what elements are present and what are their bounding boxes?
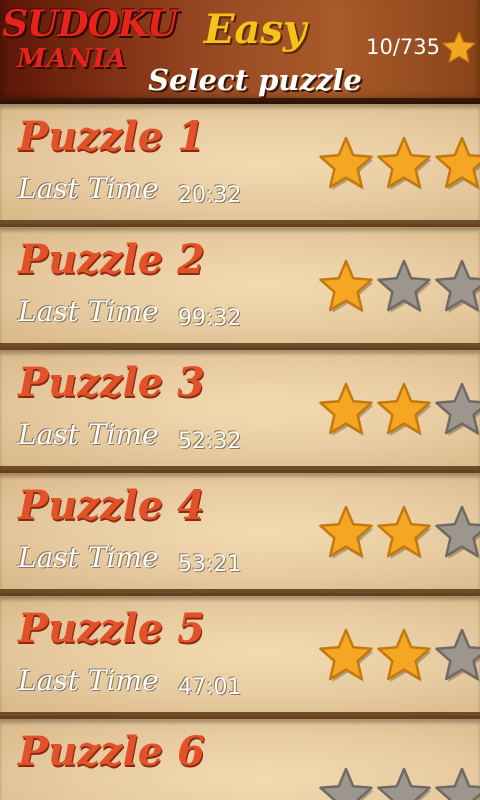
star-empty-icon (432, 503, 480, 563)
last-time-label: Last Time (18, 541, 159, 574)
star-rating (316, 380, 480, 440)
star-filled-icon (316, 503, 376, 563)
last-time-value: 99:32 (178, 306, 242, 331)
star-empty-icon (432, 257, 480, 317)
last-time-value: 47:01 (178, 675, 242, 700)
app-logo: SUDOKU MANIA (2, 3, 178, 94)
last-time-label: Last Time (18, 664, 159, 697)
difficulty-label: Easy (203, 6, 307, 53)
star-icon (440, 30, 478, 66)
puzzle-row[interactable]: Puzzle 1 Last Time 20:32 (0, 104, 480, 224)
last-time-label: Last Time (18, 172, 159, 205)
logo-bottom-text: MANIA (16, 44, 128, 74)
puzzle-title: Puzzle 3 (18, 359, 205, 406)
last-time-value: 20:32 (178, 183, 242, 208)
page-title: Select puzzle (148, 63, 362, 97)
star-empty-icon (432, 765, 480, 800)
star-filled-icon (432, 134, 480, 194)
stars-counter: 10/735 (366, 35, 440, 59)
star-filled-icon (316, 134, 376, 194)
puzzle-title: Puzzle 5 (18, 605, 205, 652)
star-empty-icon (374, 765, 434, 800)
sudoku-app: SUDOKU MANIA Easy Select puzzle 10/735 P… (0, 0, 480, 800)
last-time-label: Last Time (18, 295, 159, 328)
puzzle-list[interactable]: Puzzle 1 Last Time 20:32 Puzzle 2 Last Time 9… (0, 104, 480, 800)
last-time-label: Last Time (18, 418, 159, 451)
puzzle-row[interactable]: Puzzle 2 Last Time 99:32 (0, 227, 480, 347)
puzzle-row[interactable]: Puzzle 3 Last Time 52:32 (0, 350, 480, 470)
star-rating (316, 626, 480, 686)
star-rating (316, 503, 480, 563)
puzzle-row[interactable]: Puzzle 6 (0, 719, 480, 800)
puzzle-title: Puzzle 4 (18, 482, 205, 529)
star-filled-icon (374, 626, 434, 686)
star-filled-icon (316, 380, 376, 440)
puzzle-row[interactable]: Puzzle 4 Last Time 53:21 (0, 473, 480, 593)
last-time-value: 53:21 (178, 552, 242, 577)
star-filled-icon (316, 257, 376, 317)
last-time-value: 52:32 (178, 429, 242, 454)
puzzle-row[interactable]: Puzzle 5 Last Time 47:01 (0, 596, 480, 716)
star-filled-icon (374, 380, 434, 440)
logo-top-text: SUDOKU (2, 3, 178, 45)
star-filled-icon (316, 626, 376, 686)
star-empty-icon (374, 257, 434, 317)
star-empty-icon (316, 765, 376, 800)
star-filled-icon (374, 503, 434, 563)
star-rating (316, 257, 480, 317)
puzzle-title: Puzzle 2 (18, 236, 205, 283)
star-rating (316, 134, 480, 194)
puzzle-title: Puzzle 1 (18, 113, 205, 160)
star-rating (316, 765, 480, 800)
header-bar: SUDOKU MANIA Easy Select puzzle 10/735 (0, 0, 480, 104)
star-empty-icon (432, 380, 480, 440)
star-filled-icon (374, 134, 434, 194)
puzzle-title: Puzzle 6 (18, 728, 205, 775)
star-empty-icon (432, 626, 480, 686)
